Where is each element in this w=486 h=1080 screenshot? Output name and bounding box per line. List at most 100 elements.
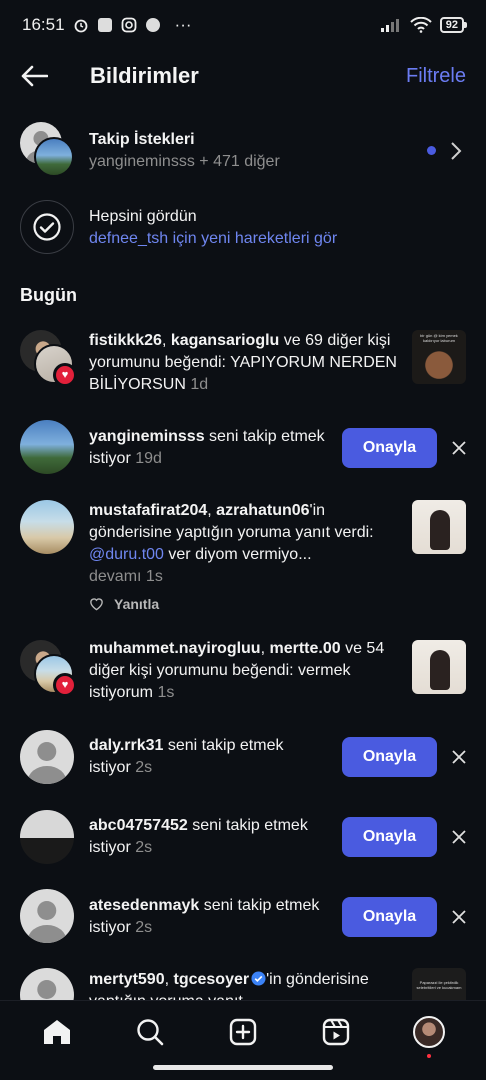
verified-badge-icon (251, 971, 266, 986)
notification-item[interactable]: daly.rrk31 seni takip etmek istiyor 2s O… (0, 730, 486, 786)
notification-item[interactable]: atesedenmayk seni takip etmek istiyor 2s… (0, 889, 486, 945)
more-notifications: ··· (174, 15, 192, 34)
checkmark-circle-icon (20, 200, 74, 254)
close-icon (452, 910, 466, 924)
mention-link[interactable]: @duru.t00 (89, 546, 164, 563)
username[interactable]: azrahatun06 (216, 502, 309, 519)
separator: , (164, 971, 174, 988)
avatar (20, 968, 74, 1000)
approve-button[interactable]: Onayla (342, 428, 437, 468)
avatar (20, 889, 74, 943)
home-icon (43, 1019, 70, 1044)
username[interactable]: abc04757452 (89, 817, 188, 834)
dismiss-button[interactable] (450, 439, 468, 457)
read-more-link[interactable]: devamı (89, 568, 146, 585)
approve-button[interactable]: Onayla (342, 737, 437, 777)
username[interactable]: yangineminsss (89, 428, 205, 445)
chevron-right-icon (451, 142, 462, 160)
reply-button[interactable]: Yanıtla (114, 596, 159, 612)
close-icon (452, 830, 466, 844)
bottom-nav (0, 1000, 486, 1062)
avatar (20, 810, 74, 864)
username[interactable]: fistikkk26 (89, 332, 162, 349)
post-thumbnail[interactable]: Paparazzi ile çektirdik selebritileri ve… (412, 968, 466, 1000)
thumbnail-caption: bir gün @ kim yemek kaldırıyor laburum (420, 333, 458, 343)
follow-requests-subtitle: yangineminsss + 471 diğer (89, 153, 280, 170)
timestamp: 1s (145, 568, 163, 585)
notification-item[interactable]: ♥ fistikkk26, kagansarioglu ve 69 diğer … (0, 328, 486, 400)
heart-outline-icon[interactable] (89, 597, 104, 611)
thumbnail-caption: Paparazzi ile çektirdik selebritileri ve… (416, 980, 462, 990)
battery-indicator: 92 (439, 17, 468, 33)
avatar (20, 500, 74, 554)
username[interactable]: mertyt590 (89, 971, 165, 988)
dismiss-button[interactable] (450, 828, 468, 846)
seen-all-link[interactable]: defnee_tsh için yeni hareketleri gör (89, 228, 337, 250)
reply-action[interactable]: Yanıtla (89, 596, 159, 612)
timestamp: 2s (135, 839, 153, 856)
close-icon (452, 750, 466, 764)
unread-dot (427, 146, 436, 155)
nav-create[interactable] (223, 1012, 263, 1052)
search-icon (137, 1018, 164, 1045)
username[interactable]: muhammet.nayirogluu (89, 640, 261, 657)
nav-search[interactable] (130, 1012, 170, 1052)
wifi-icon (410, 17, 432, 33)
circle-notification-icon (145, 18, 160, 32)
heart-badge-icon: ♥ (53, 673, 77, 697)
separator: , (207, 502, 217, 519)
instagram-icon (121, 17, 136, 33)
approve-button[interactable]: Onayla (342, 817, 437, 857)
nav-home[interactable] (37, 1012, 77, 1052)
home-indicator[interactable] (153, 1065, 333, 1070)
timestamp: 19d (135, 450, 162, 467)
timestamp: 1d (190, 376, 209, 393)
post-thumbnail[interactable] (412, 500, 466, 554)
avatar (20, 420, 74, 474)
notification-item[interactable]: yangineminsss seni takip etmek istiyor 1… (0, 420, 486, 476)
clock: 16:51 (22, 15, 65, 34)
post-thumbnail[interactable]: bir gün @ kim yemek kaldırıyor laburum (412, 330, 466, 384)
arrow-left-icon (21, 65, 48, 87)
username[interactable]: mustafafirat204 (89, 502, 207, 519)
timestamp: 2s (135, 759, 153, 776)
notification-item[interactable]: abc04757452 seni takip etmek istiyor 2s … (0, 810, 486, 866)
back-button[interactable] (20, 61, 50, 91)
follow-requests-row[interactable]: Takip İstekleri yangineminsss + 471 diğe… (0, 120, 486, 182)
notification-item[interactable]: mertyt590, tgcesoyer'in gönderisine yapt… (0, 968, 486, 1000)
alarm-icon (74, 19, 87, 33)
filter-button[interactable]: Filtrele (406, 65, 466, 88)
username[interactable]: atesedenmayk (89, 897, 199, 914)
approve-button[interactable]: Onayla (342, 897, 437, 937)
avatar (34, 137, 74, 177)
notification-item[interactable]: mustafafirat204, azrahatun06'in gönderis… (0, 500, 486, 618)
post-thumbnail[interactable] (412, 640, 466, 694)
username[interactable]: mertte.00 (269, 640, 340, 657)
nav-profile[interactable] (409, 1012, 449, 1058)
username[interactable]: kagansarioglu (171, 332, 279, 349)
username[interactable]: tgcesoyer (174, 971, 250, 988)
page-title: Bildirimler (90, 63, 199, 88)
dismiss-button[interactable] (450, 908, 468, 926)
separator: , (161, 332, 171, 349)
status-bar: 16:51 ··· 92 (0, 0, 486, 50)
signal-icon (380, 19, 399, 32)
header: Bildirimler Filtrele (0, 52, 486, 100)
username[interactable]: daly.rrk31 (89, 737, 163, 754)
create-icon (229, 1018, 257, 1045)
section-title-today: Bugün (20, 285, 77, 305)
dismiss-button[interactable] (450, 748, 468, 766)
seen-all-row: Hepsini gördün defnee_tsh için yeni hare… (0, 198, 486, 254)
reels-icon (322, 1018, 350, 1045)
nav-reels[interactable] (316, 1012, 356, 1052)
close-icon (452, 441, 466, 455)
profile-avatar (413, 1015, 446, 1048)
timestamp: 1s (157, 684, 175, 701)
seen-all-title: Hepsini gördün (89, 208, 197, 225)
notification-item[interactable]: ♥ muhammet.nayirogluu, mertte.00 ve 54 d… (0, 638, 486, 710)
notification-text: ver diyom vermiyo... (163, 546, 312, 563)
app-notification-icon (97, 18, 112, 32)
heart-badge-icon: ♥ (53, 363, 77, 387)
timestamp: 2s (135, 919, 153, 936)
avatar (20, 730, 74, 784)
